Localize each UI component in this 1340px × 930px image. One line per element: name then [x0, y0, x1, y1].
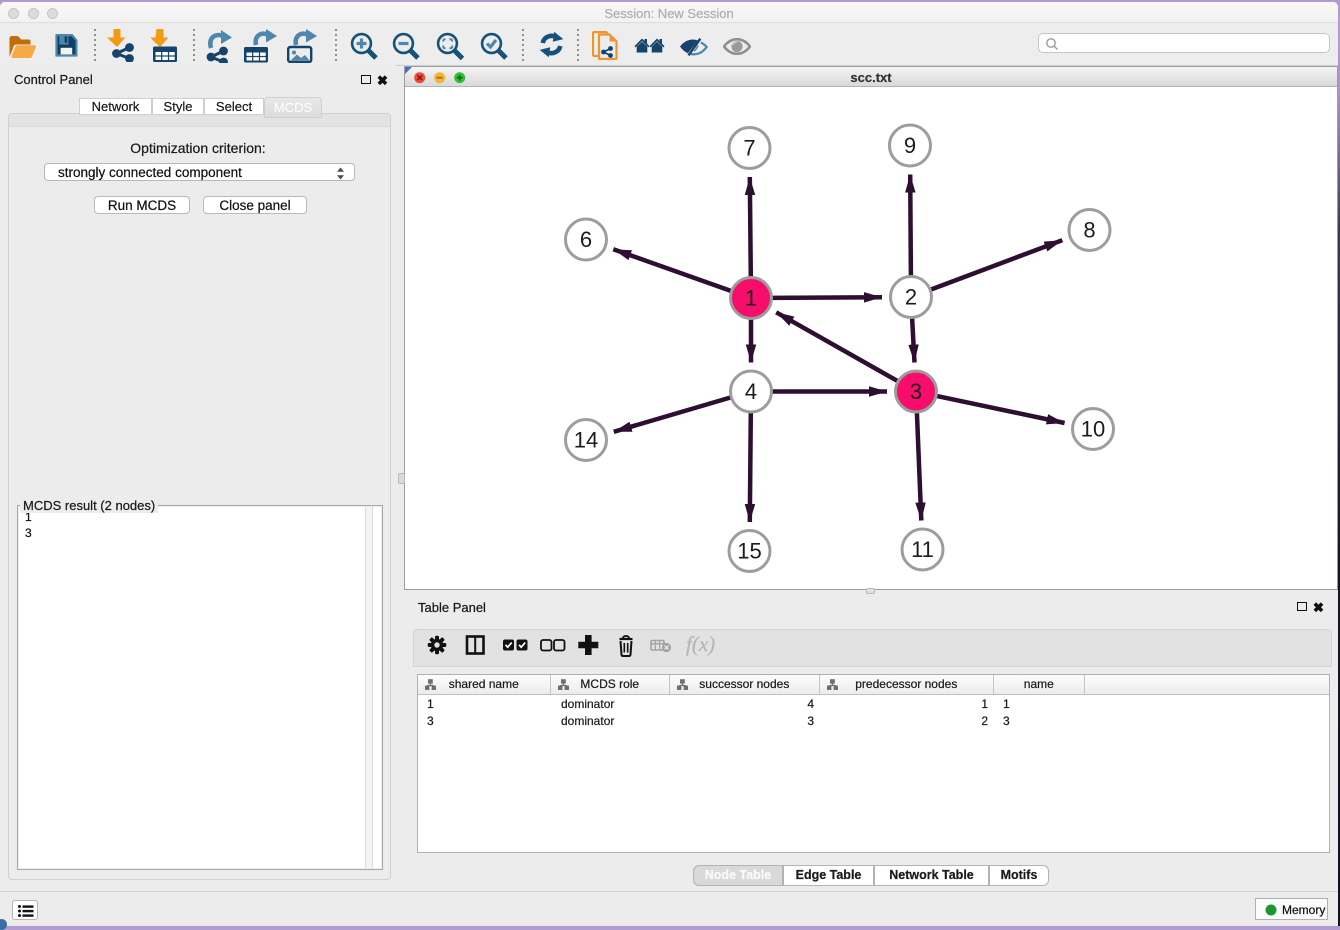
svg-text:4: 4: [745, 379, 757, 404]
svg-text:6: 6: [580, 227, 592, 252]
svg-text:15: 15: [737, 539, 761, 564]
svg-text:8: 8: [1083, 218, 1095, 243]
svg-text:11: 11: [911, 537, 934, 562]
svg-text:7: 7: [743, 136, 755, 161]
svg-text:2: 2: [905, 285, 917, 310]
svg-text:3: 3: [910, 379, 922, 404]
svg-text:10: 10: [1081, 417, 1105, 442]
svg-text:14: 14: [574, 428, 598, 453]
svg-text:9: 9: [904, 133, 916, 158]
svg-text:1: 1: [745, 286, 757, 311]
